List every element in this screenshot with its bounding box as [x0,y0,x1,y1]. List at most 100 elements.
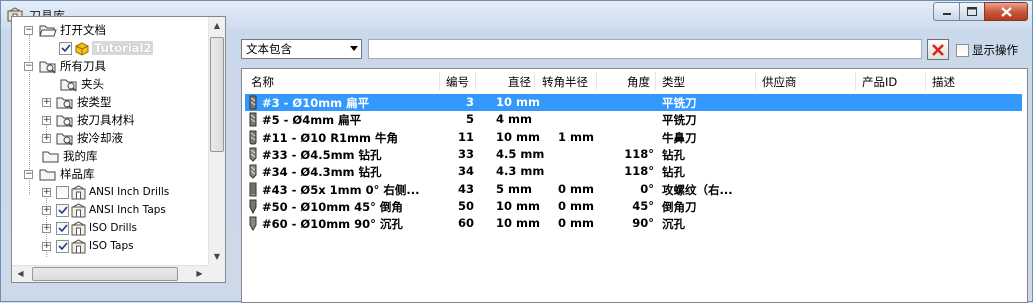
table-row[interactable]: #33 - Ø4.5mm 钻孔 33 4.5 mm 118° 钻孔 [245,146,1022,163]
expand-icon[interactable]: + [42,133,51,143]
collapse-icon[interactable]: − [24,169,33,179]
clear-filter-button[interactable] [927,39,949,60]
ansi-inch-taps-checkbox[interactable] [56,203,69,217]
table-row[interactable]: #43 - Ø5x 1mm 0° 右侧... 43 5 mm 0 mm 0° 攻螺纹（右.… [245,181,1022,198]
expand-icon[interactable]: + [42,241,51,251]
drill-icon [249,164,257,179]
iso-taps-checkbox[interactable] [56,239,69,253]
collapse-icon[interactable]: − [24,61,33,71]
tree-node-my-library[interactable]: 我的库 [42,147,98,165]
table-row[interactable]: #11 - Ø10 R1mm 牛角 11 10 mm 1 mm 牛鼻刀 [245,129,1022,146]
cell-diameter: 10 mm [496,198,540,213]
table-row[interactable]: #3 - Ø10mm 扁平 3 10 mm 平铣刀 [245,94,1022,111]
tool-library-window: 刀具库 − 打开文档 [0,0,1033,303]
scroll-down-icon[interactable]: ▼ [209,248,225,265]
tree-node-label: 打开文档 [60,23,106,37]
scroll-corner [208,265,225,282]
tree-node-ansi-inch-drills[interactable]: + ANSI Inch Drills [42,183,169,201]
column-header-name[interactable]: 名称 [251,74,274,90]
tree-node-iso-taps[interactable]: + ISO Taps [42,237,134,255]
tree-node-by-coolant[interactable]: + 按冷却液 [42,129,123,147]
drill-icon [249,147,257,162]
filter-mode-select[interactable]: 文本包含 [241,39,362,59]
tap-icon [249,182,257,197]
tree-vertical-scrollbar[interactable]: ▲ ▼ [208,17,225,265]
column-header-description[interactable]: 描述 [932,74,955,90]
column-header-product-id[interactable]: 产品ID [862,74,897,90]
check-icon [57,223,68,232]
countersink-icon [249,216,257,232]
flat-endmill-icon [249,95,257,110]
table-row[interactable]: #60 - Ø10mm 90° 沉孔 60 10 mm 0 mm 90° 沉孔 [245,215,1022,232]
cell-number: 34 [457,164,474,179]
scroll-thumb[interactable] [210,37,224,152]
tree-node-by-type[interactable]: + 按类型 [42,93,112,111]
tree-node-all-tools[interactable]: − 所有刀具 [24,57,106,75]
tool-folder-icon [56,133,73,145]
folder-icon [42,151,59,162]
cell-diameter: 10 mm [496,129,540,144]
cell-diameter: 10 mm [496,216,540,231]
column-header-type[interactable]: 类型 [662,74,685,90]
cell-name: #60 - Ø10mm 90° 沉孔 [262,217,403,232]
tree-node-label: ANSI Inch Drills [89,186,170,198]
column-header-angle[interactable]: 角度 [627,74,650,90]
cell-number: 50 [457,198,474,213]
cell-corner-radius: 0 mm [558,181,594,196]
table-row[interactable]: #34 - Ø4.3mm 钻孔 34 4.3 mm 118° 钻孔 [245,163,1022,180]
scroll-right-icon[interactable]: ▶ [191,266,208,282]
iso-drills-checkbox[interactable] [56,221,69,235]
chevron-down-icon [350,46,358,51]
cell-diameter: 5 mm [496,181,532,196]
collapse-icon[interactable]: − [24,25,33,35]
cell-name: #50 - Ø10mm 45° 倒角 [262,199,403,214]
minimize-icon [942,12,951,15]
tree-node-by-material[interactable]: + 按刀具材料 [42,111,135,129]
cell-diameter: 4.3 mm [496,164,545,179]
scroll-thumb[interactable] [32,267,178,281]
tree-node-open-documents[interactable]: − 打开文档 [24,21,106,39]
table-row[interactable]: #50 - Ø10mm 45° 倒角 50 10 mm 0 mm 45° 倒角刀 [245,198,1022,215]
library-icon [71,184,86,199]
scroll-up-icon[interactable]: ▲ [209,17,225,34]
maximize-button[interactable] [959,2,985,21]
tree-horizontal-scrollbar[interactable]: ◀ ▶ [12,265,208,282]
table-row[interactable]: #5 - Ø4mm 扁平 5 4 mm 平铣刀 [245,111,1022,128]
tree-node-ansi-inch-taps[interactable]: + ANSI Inch Taps [42,201,166,219]
folder-icon [39,169,56,180]
close-button[interactable] [984,2,1028,21]
column-header-diameter[interactable]: 直径 [508,74,531,90]
column-header-number[interactable]: 编号 [446,74,469,90]
cell-name: #5 - Ø4mm 扁平 [262,113,362,128]
expand-icon[interactable]: + [42,115,51,125]
cell-number: 43 [457,181,474,196]
column-header-corner-radius[interactable]: 转角半径 [542,74,588,90]
show-operations-toggle[interactable]: 显示操作 [956,42,1018,58]
library-icon [71,238,86,253]
expand-icon[interactable]: + [42,97,51,107]
minimize-button[interactable] [933,2,960,21]
table-header: 名称 编号 直径 转角半径 角度 类型 供应商 产品ID 描述 [242,69,1027,93]
expand-icon[interactable]: + [42,205,51,215]
tree-node-sample-library[interactable]: − 样品库 [24,165,95,183]
expand-icon[interactable]: + [42,187,51,197]
cell-number: 60 [457,216,474,231]
tree-node-label: 所有刀具 [60,59,106,73]
tree-node-iso-drills[interactable]: + ISO Drills [42,219,137,237]
tutorial2-checkbox[interactable] [59,41,72,55]
maximize-icon [967,7,977,16]
tree-node-holders[interactable]: 夹头 [60,75,104,93]
tree-node-tutorial2[interactable]: Tutorial2 [59,39,154,57]
scroll-left-icon[interactable]: ◀ [12,266,29,282]
bull-endmill-icon [249,130,257,145]
cell-corner-radius: 0 mm [558,216,594,231]
show-operations-checkbox[interactable] [956,43,969,57]
window-controls [933,2,1028,22]
expand-icon[interactable]: + [42,223,51,233]
ansi-inch-drills-checkbox[interactable] [56,185,69,199]
column-header-vendor[interactable]: 供应商 [762,74,797,90]
cell-corner-radius: 1 mm [558,129,594,144]
tree-node-label: 我的库 [63,149,98,163]
filter-text-input[interactable] [368,39,922,59]
check-icon [60,43,71,52]
